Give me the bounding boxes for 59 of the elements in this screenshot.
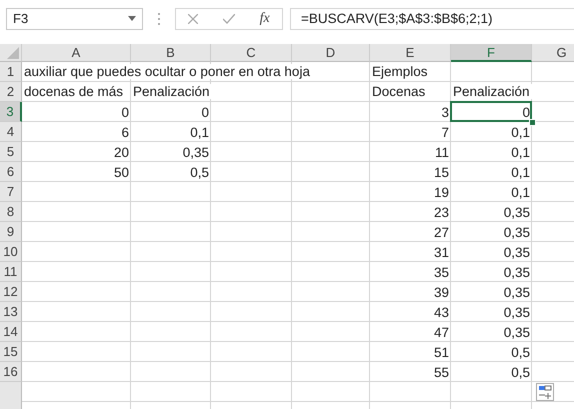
table-cell-text: 0,5 [189, 164, 210, 180]
check-icon[interactable] [222, 14, 235, 24]
table-cell-text: 55 [432, 364, 450, 380]
table-cell-text: 0 [120, 104, 130, 120]
cell-reference: F3 [13, 11, 30, 26]
table-cell-text: 0,1 [510, 184, 531, 200]
table-cell: Penalización [451, 84, 532, 99]
column-header[interactable]: E [370, 44, 451, 62]
table-cell-text: 31 [432, 244, 450, 260]
table-cell-text: 0 [521, 104, 531, 120]
table-cell: Ejemplos [370, 64, 430, 79]
table-cell-text: 27 [432, 224, 450, 240]
table-cell-text: 15 [432, 164, 450, 180]
table-cell-text: 23 [432, 204, 450, 220]
table-cell-text: 7 [440, 124, 450, 140]
table-cell-text: 0,35 [502, 284, 531, 300]
table-cell-text: 43 [432, 304, 450, 320]
table-cell-text: 0,5 [510, 364, 531, 380]
table-cell-text: 0,35 [182, 144, 210, 160]
table-cell-text: 50 [112, 164, 130, 180]
column-header[interactable]: B [131, 44, 211, 62]
table-cell-text: 39 [432, 284, 450, 300]
column-header[interactable]: F [451, 44, 532, 62]
table-cell-text: 3 [440, 104, 450, 120]
table-cell-text: 0 [200, 104, 210, 120]
table-cell-text: 0,5 [510, 344, 531, 360]
table-cell: auxiliar que puedes ocultar o poner en otra hoja [22, 64, 312, 79]
table-cell-text: 0,35 [502, 304, 531, 320]
dropdown-icon[interactable] [128, 16, 136, 21]
formula-field[interactable]: =BUSCARV(E3;$A$3:$B$6;2;1) [290, 8, 574, 30]
column-header[interactable]: G [532, 44, 574, 62]
insert-function-button[interactable]: fx [260, 10, 270, 26]
table-cell-text: 0,1 [510, 164, 531, 180]
name-box[interactable]: F3 [6, 8, 143, 30]
column-header[interactable]: D [292, 44, 370, 62]
table-cell-text: 0,1 [510, 144, 531, 160]
column-header[interactable]: A [22, 44, 131, 62]
table-cell-text: 20 [112, 144, 130, 160]
cancel-icon[interactable] [188, 14, 198, 24]
table-cell-text: 11 [434, 144, 450, 160]
quick-analysis-icon[interactable] [536, 383, 554, 401]
table-cell-text: 0,35 [502, 244, 531, 260]
table-cell-text: 51 [432, 344, 450, 360]
table-cell-text: 47 [432, 324, 450, 340]
table-cell-text: 0,1 [189, 124, 210, 140]
table-cell-text: 0,35 [502, 324, 531, 340]
table-cell-text: 0,35 [502, 204, 531, 220]
table-cell-text: 0,35 [502, 224, 531, 240]
table-cell-text: 0,1 [510, 124, 531, 140]
table-cell: Docenas [370, 84, 428, 99]
table-cell-text: 19 [432, 184, 450, 200]
column-header[interactable]: C [211, 44, 292, 62]
table-cell-text: 0,35 [502, 264, 531, 280]
table-cell-text: 35 [432, 264, 450, 280]
fill-handle[interactable] [529, 119, 536, 126]
table-cell: docenas de más [22, 84, 126, 99]
row-header[interactable]: 3 [0, 102, 22, 122]
table-cell-text: 6 [120, 124, 130, 140]
table-cell: Penalización [131, 84, 212, 99]
